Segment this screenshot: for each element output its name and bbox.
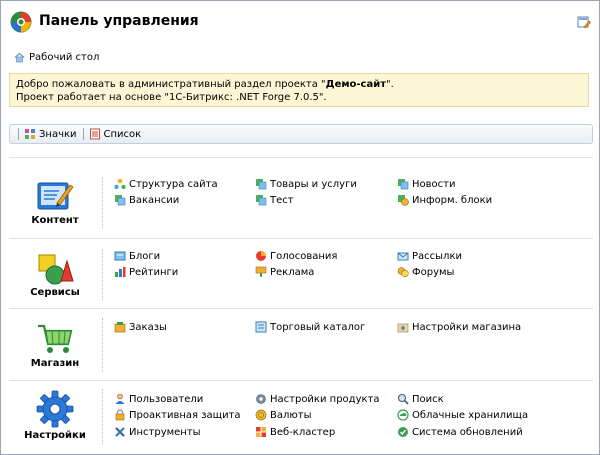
link-forums[interactable]: Форумы — [397, 265, 454, 279]
link-mailing[interactable]: Рассылки — [397, 249, 462, 263]
toolbar-divider — [18, 128, 19, 140]
product-settings-icon — [256, 394, 266, 404]
section-label[interactable]: Магазин — [15, 358, 95, 369]
link-votes[interactable]: Голосования — [255, 249, 337, 263]
toolbar-divider — [82, 128, 84, 140]
tools-icon — [115, 427, 125, 437]
link-trade-catalog[interactable]: Торговый каталог — [255, 320, 365, 334]
list-view-icon — [89, 128, 100, 140]
link-goods-services[interactable]: Товары и услуги — [255, 177, 357, 191]
link-update-system[interactable]: Система обновлений — [397, 425, 523, 439]
project-name: Демо-сайт — [325, 79, 387, 90]
link-orders[interactable]: Заказы — [114, 320, 167, 334]
cloud-icon — [397, 409, 409, 421]
breadcrumb-desktop[interactable]: Рабочий стол — [29, 52, 99, 63]
header: Панель управления — [1, 1, 599, 43]
link-proactive-protection[interactable]: Проактивная защита — [114, 408, 241, 422]
view-toolbar: Значки Список — [9, 124, 593, 144]
mailing-icon — [397, 252, 409, 261]
currency-icon — [255, 409, 267, 421]
settings-section-icon[interactable] — [35, 389, 75, 429]
divider — [102, 318, 103, 372]
news-icon — [398, 179, 409, 190]
link-web-cluster[interactable]: Веб-кластер — [255, 425, 335, 439]
search-icon — [397, 393, 409, 405]
view-icons-button[interactable]: Значки — [24, 128, 77, 140]
shop-section-icon[interactable] — [35, 318, 75, 358]
link-ratings[interactable]: Рейтинги — [114, 265, 178, 279]
divider — [9, 308, 593, 309]
forums-icon — [397, 267, 409, 278]
view-list-button[interactable]: Список — [89, 128, 141, 140]
services-section-icon[interactable] — [35, 247, 75, 287]
icons-view-icon — [25, 129, 35, 139]
ads-icon — [255, 266, 267, 277]
iblocks-icon — [398, 195, 409, 206]
security-icon — [115, 409, 125, 421]
link-blogs[interactable]: Блоги — [114, 249, 160, 263]
divider — [102, 249, 103, 301]
link-shop-settings[interactable]: Настройки магазина — [397, 320, 521, 334]
link-currencies[interactable]: Валюты — [255, 408, 312, 422]
section-content: Контент Структура сайта Товары и услуги … — [1, 171, 599, 233]
link-cloud-storage[interactable]: Облачные хранилища — [397, 408, 528, 422]
structure-icon — [114, 178, 126, 190]
content-section-icon[interactable] — [35, 177, 75, 217]
link-test[interactable]: Тест — [255, 193, 294, 207]
link-iblocks[interactable]: Информ. блоки — [397, 193, 492, 207]
welcome-notice: Добро пожаловать в административный разд… — [9, 73, 589, 107]
section-shop: Магазин Заказы Торговый каталог Настройк… — [1, 314, 599, 376]
divider — [102, 177, 103, 229]
ratings-icon — [115, 267, 126, 277]
update-icon — [398, 427, 408, 437]
test-icon — [256, 195, 267, 206]
vacancies-icon — [115, 195, 126, 206]
bitrix-logo-icon — [10, 11, 32, 33]
catalog-icon — [255, 321, 267, 333]
link-users[interactable]: Пользователи — [114, 392, 203, 406]
section-label[interactable]: Контент — [15, 215, 95, 226]
home-icon — [14, 52, 25, 62]
shop-settings-icon — [397, 323, 409, 333]
notice-line-2: Проект работает на основе "1С-Битрикс: .… — [16, 92, 327, 103]
divider — [9, 380, 593, 381]
goods-icon — [256, 179, 267, 190]
users-icon — [115, 393, 125, 404]
section-label[interactable]: Настройки — [15, 430, 95, 441]
link-product-settings[interactable]: Настройки продукта — [255, 392, 379, 406]
divider — [9, 238, 593, 239]
breadcrumb[interactable]: Рабочий стол — [14, 50, 99, 64]
link-ads[interactable]: Реклама — [255, 265, 314, 279]
link-vacancies[interactable]: Вакансии — [114, 193, 179, 207]
edit-desktop-icon[interactable] — [577, 15, 591, 29]
section-label[interactable]: Сервисы — [15, 287, 95, 298]
section-services: Сервисы Блоги Голосования Рассылки Рейти… — [1, 243, 599, 305]
orders-icon — [114, 322, 126, 333]
control-panel-window: Панель управления Рабочий стол Добро пож… — [0, 0, 600, 455]
section-settings: Настройки Пользователи Настройки продукт… — [1, 385, 599, 454]
link-tools[interactable]: Инструменты — [114, 425, 201, 439]
link-news[interactable]: Новости — [397, 177, 455, 191]
cluster-icon — [256, 427, 266, 437]
divider — [102, 389, 103, 445]
divider — [9, 157, 593, 158]
page-title: Панель управления — [39, 13, 199, 29]
link-search[interactable]: Поиск — [397, 392, 444, 406]
link-site-structure[interactable]: Структура сайта — [114, 177, 218, 191]
votes-icon — [256, 251, 266, 261]
blogs-icon — [114, 251, 126, 261]
notice-line-1: Добро пожаловать в административный разд… — [16, 79, 394, 90]
